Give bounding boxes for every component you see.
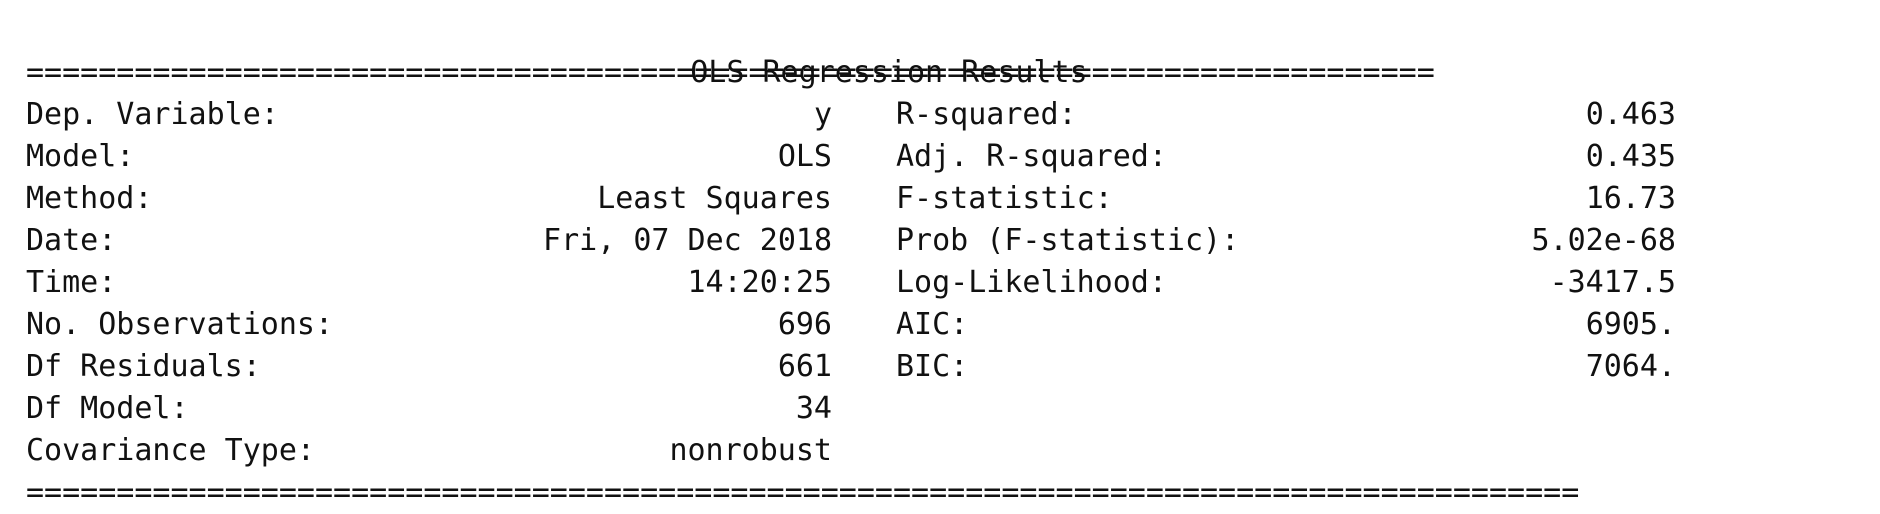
left-label: No. Observations: — [26, 307, 334, 342]
right-label: AIC: — [896, 307, 969, 342]
left-value: OLS — [777, 139, 832, 174]
top-separator: ========================================… — [26, 55, 1435, 90]
right-label: Prob (F-statistic): — [896, 223, 1240, 258]
left-value: 696 — [777, 307, 832, 342]
left-label: Method: — [26, 181, 153, 216]
bottom-separator: ========================================… — [26, 475, 1580, 510]
regression-summary: OLS Regression Results =================… — [26, 10, 1876, 514]
left-label: Dep. Variable: — [26, 97, 279, 132]
left-label: Date: — [26, 223, 117, 258]
left-value: 34 — [795, 391, 832, 426]
right-value: 16.73 — [1585, 181, 1676, 216]
right-label: R-squared: — [896, 97, 1077, 132]
right-label: BIC: — [896, 349, 969, 384]
stat-row-method: Method: Least Squares F-statistic: 16.73 — [26, 178, 1876, 220]
right-value: -3417.5 — [1549, 265, 1676, 300]
stat-row-dep-variable: Dep. Variable: y R-squared: 0.463 — [26, 94, 1876, 136]
right-value: 7064. — [1585, 349, 1676, 384]
left-label: Df Residuals: — [26, 349, 261, 384]
stat-row-observations: No. Observations: 696 AIC: 6905. — [26, 304, 1876, 346]
stat-row-model: Model: OLS Adj. R-squared: 0.435 — [26, 136, 1876, 178]
stat-row-df-residuals: Df Residuals: 661 BIC: 7064. — [26, 346, 1876, 388]
stat-row-df-model: Df Model: 34 — [26, 388, 1876, 430]
stat-row-date: Date: Fri, 07 Dec 2018 Prob (F-statistic… — [26, 220, 1876, 262]
right-value: 6905. — [1585, 307, 1676, 342]
right-label: Log-Likelihood: — [896, 265, 1167, 300]
left-value: 14:20:25 — [687, 265, 833, 300]
stat-row-time: Time: 14:20:25 Log-Likelihood: -3417.5 — [26, 262, 1876, 304]
left-label: Model: — [26, 139, 135, 174]
left-label: Time: — [26, 265, 117, 300]
right-label: Adj. R-squared: — [896, 139, 1167, 174]
left-value: Fri, 07 Dec 2018 — [543, 223, 832, 258]
left-value: y — [813, 97, 832, 132]
left-label: Df Model: — [26, 391, 189, 426]
left-value: 661 — [777, 349, 832, 384]
right-value — [1336, 430, 1676, 472]
left-value: Least Squares — [597, 181, 832, 216]
left-value: nonrobust — [669, 433, 832, 468]
title-line: OLS Regression Results — [26, 10, 1876, 90]
stat-row-covariance-type: Covariance Type: nonrobust — [26, 430, 1876, 472]
right-value: 0.435 — [1585, 139, 1676, 174]
right-label: F-statistic: — [896, 181, 1113, 216]
right-label — [896, 430, 1336, 472]
right-value: 5.02e-68 — [1531, 223, 1677, 258]
right-label — [896, 388, 1336, 430]
left-label: Covariance Type: — [26, 433, 315, 468]
right-value: 0.463 — [1585, 97, 1676, 132]
right-value — [1336, 388, 1676, 430]
